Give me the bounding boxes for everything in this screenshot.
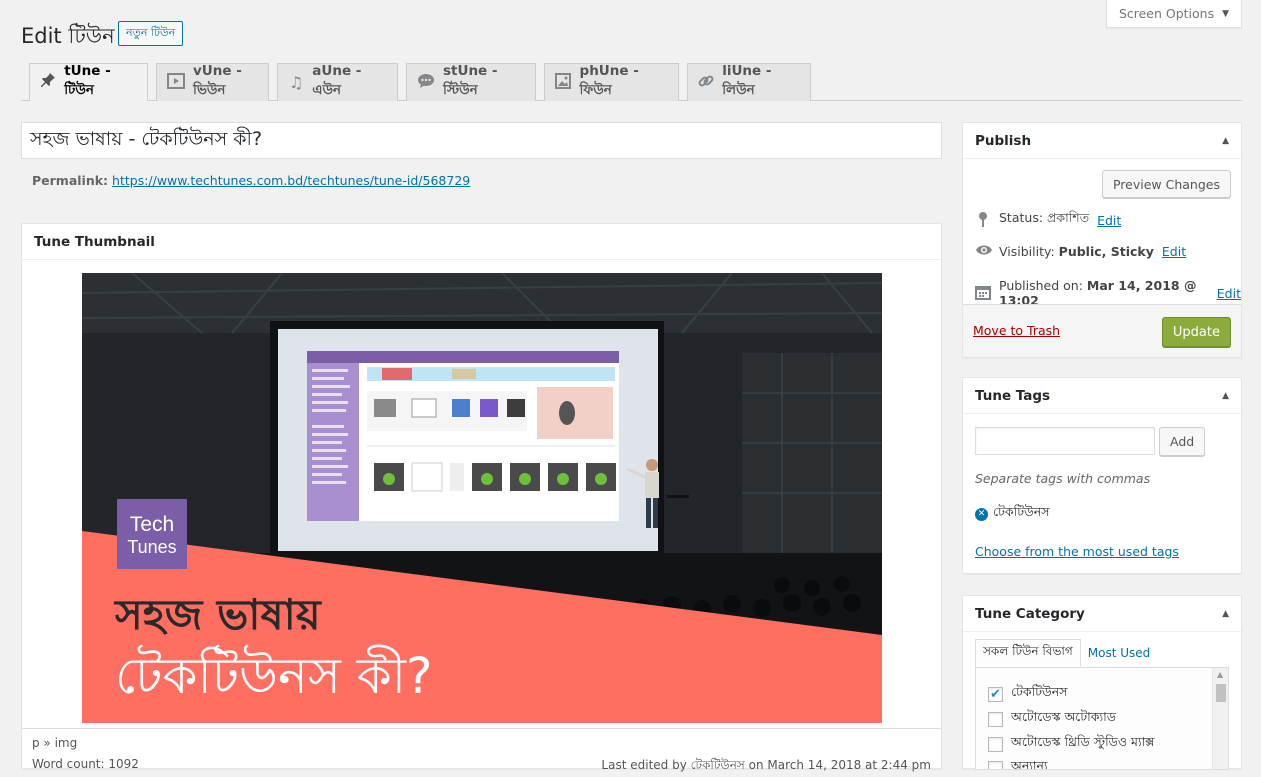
logo-text-tunes: Tunes (127, 537, 176, 557)
visibility-row: Visibility: Public, Sticky Edit (975, 244, 1186, 259)
category-scrollbar[interactable]: ▲ (1212, 668, 1228, 769)
thumbnail-image[interactable]: Tech Tunes সহজ ভাষায় টেকটিউনস কী? (82, 273, 882, 723)
tag-hint: Separate tags with commas (975, 471, 1151, 486)
tune-thumbnail-box: Tune Thumbnail Tech Tunes সহজ ভাষায় টেক… (21, 223, 942, 772)
tag-input[interactable] (975, 427, 1155, 455)
preview-changes-button[interactable]: Preview Changes (1101, 170, 1231, 198)
category-label: অটোডেস্ক অটোক্যাড (1011, 709, 1116, 724)
tab-all-categories[interactable]: সকল টিউন বিভাগ (975, 639, 1081, 667)
tab-video[interactable]: vUne - ভিউন (156, 63, 269, 101)
category-label: অটোডেস্ক থ্রিডি স্টুডিও ম্যাক্স (1011, 734, 1155, 749)
tune-thumbnail-header: Tune Thumbnail (22, 224, 941, 260)
page-title: Edit টিউন (21, 24, 115, 48)
headline-line-1: সহজ ভাষায় (113, 590, 322, 639)
category-item: অটোডেস্ক থ্রিডি স্টুডিও ম্যাক্স (988, 734, 1154, 754)
tune-thumbnail-title: Tune Thumbnail (34, 233, 155, 250)
music-icon: ♫ (288, 73, 304, 92)
publish-title: Publish (975, 132, 1032, 149)
tab-status[interactable]: stUne - স্টিউন (406, 63, 536, 101)
move-to-trash-link[interactable]: Move to Trash (973, 323, 1060, 338)
category-item: অন্যান্য (988, 758, 1048, 770)
tab-label: phUne - ফিউন (579, 63, 639, 98)
tune-tags-title: Tune Tags (975, 387, 1051, 404)
collapse-icon[interactable]: ▲ (1222, 609, 1229, 619)
logo-text-tech: Tech (130, 513, 174, 536)
tag-item: ✕ টেকটিউনস (975, 504, 1049, 524)
status-label: Status: (999, 210, 1048, 225)
image-icon (555, 72, 572, 93)
edit-status-link[interactable]: Edit (1097, 213, 1121, 228)
eye-icon (975, 244, 992, 259)
chat-icon (417, 73, 435, 93)
category-item: ✔ টেকটিউনস (988, 684, 1067, 704)
screen-options-button[interactable]: Screen Options ▼ (1106, 0, 1242, 28)
tab-audio[interactable]: ♫ aUne - এউন (277, 63, 398, 101)
headline-line-2: টেকটিউনস কী? (115, 644, 433, 705)
video-icon (167, 72, 185, 93)
status-value: প্রকাশিত (1047, 210, 1090, 225)
update-button[interactable]: Update (1161, 317, 1231, 347)
permalink-link[interactable]: https://www.techtunes.com.bd/techtunes/t… (112, 173, 470, 188)
category-checkbox[interactable] (988, 736, 1003, 752)
collapse-icon[interactable]: ▲ (1222, 391, 1229, 401)
tab-most-used[interactable]: Most Used (1081, 639, 1158, 667)
publish-actions: Move to Trash Update (963, 304, 1241, 357)
scroll-up-icon[interactable]: ▲ (1217, 670, 1223, 679)
link-icon (698, 73, 714, 93)
collapse-icon[interactable]: ▲ (1222, 136, 1229, 146)
last-edited: Last edited by টেকটিউনস on March 14, 201… (601, 758, 931, 772)
add-tag-button[interactable]: Add (1159, 427, 1206, 456)
tune-category-title: Tune Category (975, 605, 1085, 622)
tag-label: টেকটিউনস (993, 504, 1050, 519)
publish-header[interactable]: Publish ▲ (963, 123, 1241, 159)
screen-options-label: Screen Options (1118, 6, 1215, 21)
tab-label: vUne - ভিউন (193, 63, 242, 98)
category-checkbox[interactable] (988, 711, 1003, 727)
tab-tune[interactable]: tUne - টিউন (29, 63, 148, 101)
category-label: অন্যান্য (1011, 758, 1048, 770)
tab-label: liUne - লিউন (722, 63, 772, 98)
pin-icon (975, 211, 991, 230)
remove-tag-icon[interactable]: ✕ (975, 507, 988, 521)
tune-category-box: Tune Category ▲ সকল টিউন বিভাগ Most Used… (962, 595, 1242, 770)
category-list: ✔ টেকটিউনস অটোডেস্ক অটোক্যাড অটোডেস্ক থ্… (975, 667, 1229, 770)
calendar-icon (975, 284, 991, 303)
tab-photo[interactable]: phUne - ফিউন (544, 63, 679, 101)
add-new-button[interactable]: নতুন টিউন (118, 21, 184, 46)
tab-link[interactable]: liUne - লিউন (687, 63, 811, 101)
status-row: Status: প্রকাশিত Edit (975, 210, 1121, 230)
post-title-input[interactable]: সহজ ভাষায় - টেকটিউনস কী? (21, 122, 942, 159)
element-path: p » img (32, 736, 78, 750)
thumbnail-illustration: Tech Tunes সহজ ভাষায় টেকটিউনস কী? (82, 273, 882, 723)
tune-tags-box: Tune Tags ▲ Add Separate tags with comma… (962, 377, 1242, 574)
tab-label: stUne - স্টিউন (443, 63, 498, 98)
tab-label: tUne - টিউন (64, 62, 111, 98)
pin-icon (40, 72, 56, 92)
visibility-value: Public, Sticky (1058, 244, 1154, 259)
category-label: টেকটিউনস (1011, 684, 1068, 699)
edit-visibility-link[interactable]: Edit (1162, 244, 1186, 259)
post-format-tabs: tUne - টিউন vUne - ভিউন ♫ aUne - এউন stU… (29, 63, 819, 101)
permalink-label: Permalink: (32, 173, 109, 188)
tab-label: aUne - এউন (312, 63, 362, 98)
category-checkbox[interactable]: ✔ (988, 686, 1003, 702)
visibility-label: Visibility: (999, 244, 1059, 259)
publish-box: Publish ▲ Preview Changes Status: প্রকাশ… (962, 122, 1242, 358)
tune-category-header[interactable]: Tune Category ▲ (963, 596, 1241, 632)
scrollbar-thumb[interactable] (1216, 684, 1226, 702)
choose-most-used-tags-link[interactable]: Choose from the most used tags (975, 544, 1179, 559)
category-tabs: সকল টিউন বিভাগ Most Used (975, 639, 1157, 667)
permalink: Permalink: https://www.techtunes.com.bd/… (32, 173, 470, 188)
category-item: অটোডেস্ক অটোক্যাড (988, 709, 1116, 729)
published-label: Published on: (999, 278, 1087, 293)
editor-status-bar: p » img Word count: 1092 Last edited by … (22, 728, 941, 772)
edit-date-link[interactable]: Edit (1217, 286, 1241, 301)
tune-tags-header[interactable]: Tune Tags ▲ (963, 378, 1241, 414)
caret-down-icon: ▼ (1222, 8, 1230, 19)
